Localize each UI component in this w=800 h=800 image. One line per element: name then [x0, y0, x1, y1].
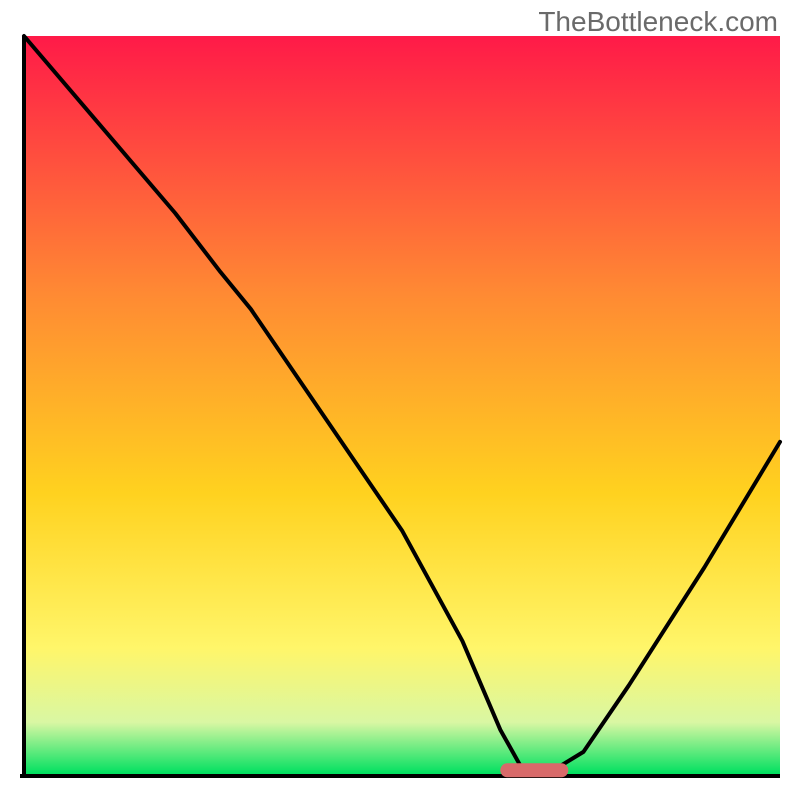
- bottleneck-plot: [0, 0, 800, 800]
- optimal-range-marker: [500, 763, 568, 777]
- chart-frame: TheBottleneck.com: [0, 0, 800, 800]
- plot-background: [24, 36, 780, 774]
